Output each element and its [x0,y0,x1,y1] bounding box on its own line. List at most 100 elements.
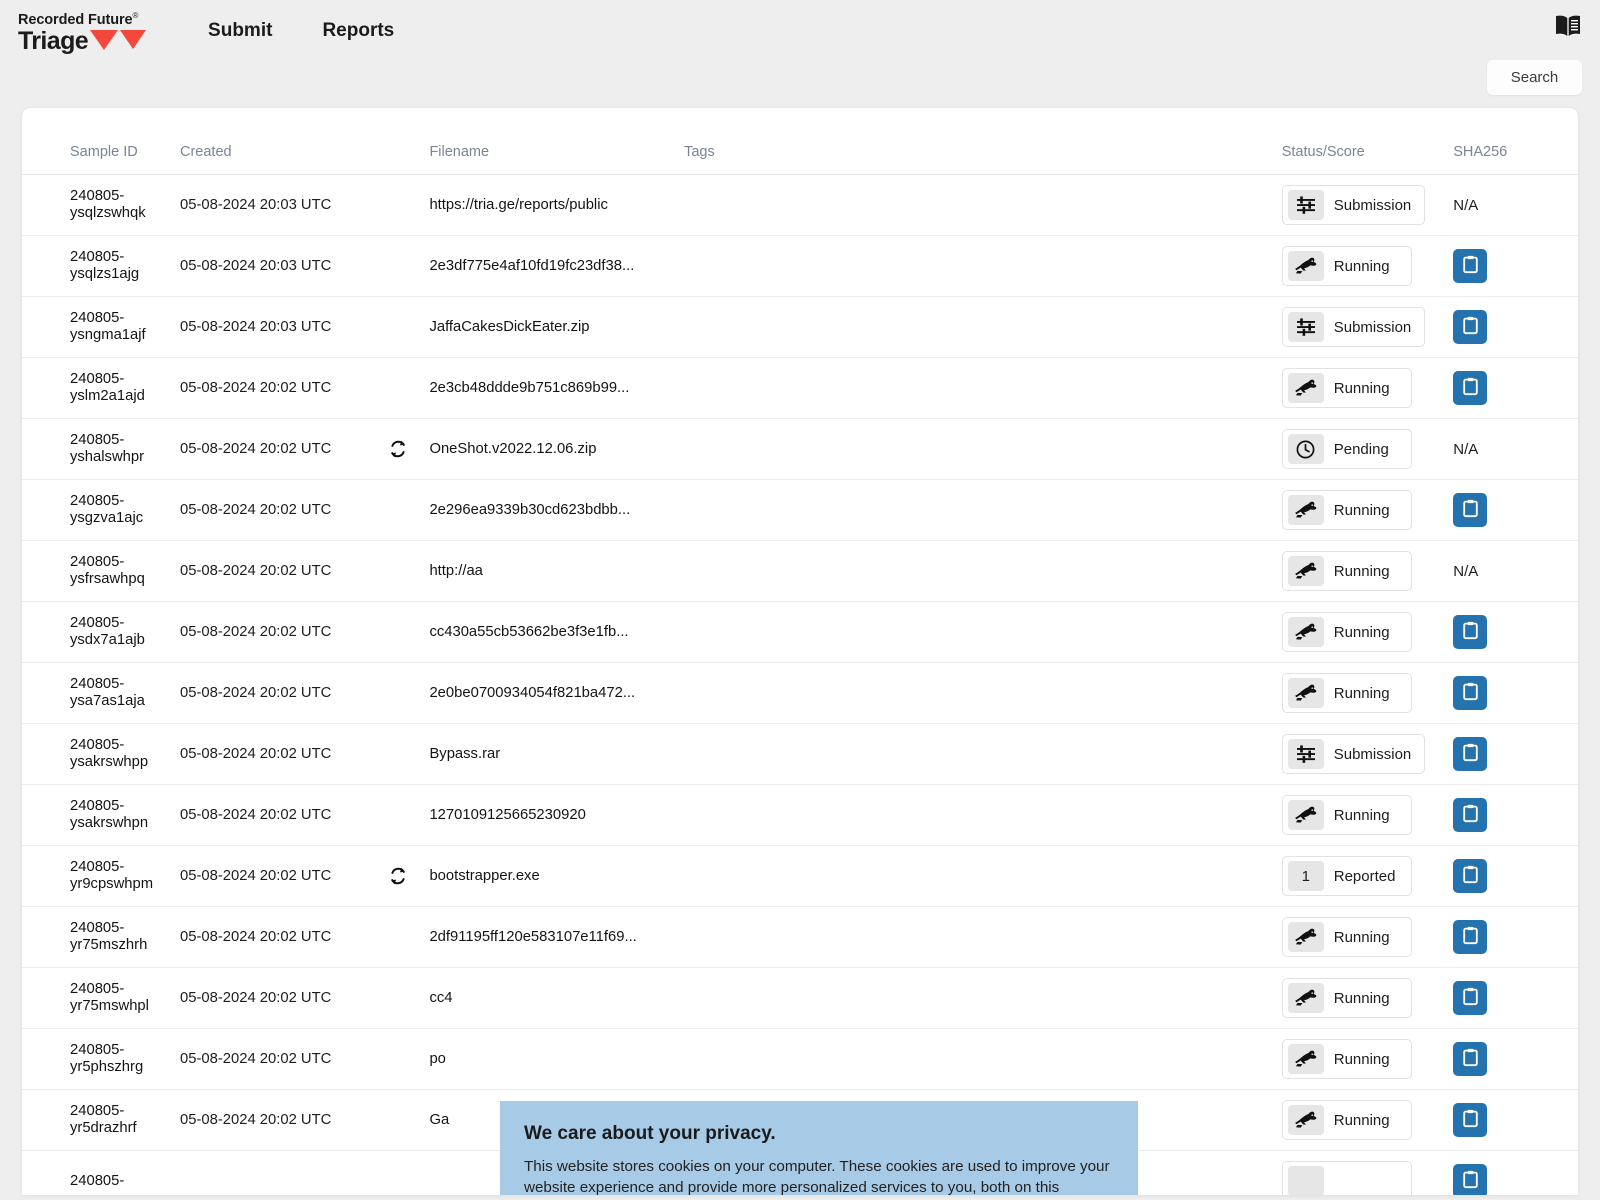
table-row[interactable]: 240805- yshalswhpr 05-08-2024 20:02 UTC On… [22,418,1578,480]
status-badge[interactable]: Running [1281,490,1412,530]
cell-sample-id[interactable]: 240805- ysakrswhpp [22,723,180,785]
column-header-status-score[interactable]: Status/Score [1281,108,1454,175]
status-badge[interactable]: Running [1281,1039,1412,1079]
nav-link-reports[interactable]: Reports [322,20,394,42]
copy-sha256-button[interactable] [1453,1042,1488,1076]
cell-filename[interactable]: 1270109125665230920 [429,784,685,846]
table-row[interactable]: 240805- ysqlzs1ajg 05-08-2024 20:03 UTC 2e… [22,235,1578,297]
status-badge[interactable]: Running [1281,795,1412,835]
cell-sha256 [1453,845,1578,907]
status-badge-wrapper: Running [1281,490,1454,530]
cell-filename[interactable]: bootstrapper.exe [429,845,685,907]
table-row[interactable]: 240805- yr75mszhrh 05-08-2024 20:02 UTC 2d… [22,906,1578,968]
cell-sample-id[interactable]: 240805- yr75mszhrh [22,906,180,968]
status-badge[interactable]: Running [1281,1100,1412,1140]
nav-link-submit[interactable]: Submit [208,20,272,42]
cell-sample-id[interactable]: 240805- yslm2a1ajd [22,357,180,419]
cell-filename[interactable]: cc430a55cb53662be3f3e1fb... [429,601,685,663]
status-badge[interactable]: Running [1281,978,1412,1018]
copy-sha256-button[interactable] [1453,1103,1488,1137]
status-badge[interactable] [1281,1161,1412,1195]
status-badge[interactable]: Submission [1281,307,1426,347]
table-row[interactable]: 240805- ysgzva1ajc 05-08-2024 20:02 UTC 2e… [22,479,1578,541]
cell-status-score: Submission [1281,723,1454,785]
cell-filename[interactable]: JaffaCakesDickEater.zip [429,296,685,358]
table-row[interactable]: 240805- yr5phszhrg 05-08-2024 20:02 UTC po… [22,1028,1578,1090]
cell-sample-id[interactable]: 240805- [22,1151,180,1196]
copy-sha256-button[interactable] [1453,981,1488,1015]
created-timestamp: 05-08-2024 20:02 UTC [179,990,332,1006]
copy-sha256-button[interactable] [1453,737,1488,771]
table-row[interactable]: 240805- yr75mswhpl 05-08-2024 20:02 UTC cc… [22,967,1578,1029]
column-header-tags[interactable]: Tags [684,108,1282,175]
status-badge[interactable]: Running [1281,673,1412,713]
status-label: Running [1333,1111,1390,1129]
copy-sha256-button[interactable] [1453,310,1488,344]
cell-status-score: Running [1281,540,1454,602]
cell-status-score: Running [1281,906,1454,968]
status-badge[interactable]: Submission [1281,734,1426,774]
copy-sha256-button[interactable] [1453,798,1488,832]
cell-sample-id[interactable]: 240805- ysqlzs1ajg [22,235,180,297]
status-badge[interactable]: Running [1281,551,1412,591]
cell-sample-id[interactable]: 240805- ysqlzswhqk [22,174,180,236]
clipboard-icon [1462,987,1479,1009]
column-header-sha256[interactable]: SHA256 [1453,108,1578,175]
table-row[interactable]: 240805- ysa7as1aja 05-08-2024 20:02 UTC 2e… [22,662,1578,724]
column-header-sample-id[interactable]: Sample ID [22,108,180,175]
search-button[interactable]: Search [1487,60,1582,95]
copy-sha256-button[interactable] [1453,920,1488,954]
copy-sha256-button[interactable] [1453,371,1488,405]
table-row[interactable]: 240805- ysngma1ajf 05-08-2024 20:03 UTC Ja… [22,296,1578,358]
cell-sample-id[interactable]: 240805- ysfrsawhpq [22,540,180,602]
table-row[interactable]: 240805- yslm2a1ajd 05-08-2024 20:02 UTC 2e… [22,357,1578,419]
cell-sample-id[interactable]: 240805- ysngma1ajf [22,296,180,358]
table-row[interactable]: 240805- ysfrsawhpq 05-08-2024 20:02 UTC ht… [22,540,1578,602]
resubmit-refresh-icon[interactable] [389,867,407,886]
table-row[interactable]: 240805- ysakrswhpp 05-08-2024 20:02 UTC By… [22,723,1578,785]
table-row[interactable]: 240805- ysakrswhpn 05-08-2024 20:02 UTC 12… [22,784,1578,846]
cell-filename[interactable]: OneShot.v2022.12.06.zip [429,418,685,480]
cell-filename[interactable]: 2df91195ff120e583107e11f69... [429,906,685,968]
status-badge[interactable]: Running [1281,368,1412,408]
brand-triangles-icon [90,29,147,50]
cell-filename[interactable]: Bypass.rar [429,723,685,785]
column-header-created[interactable]: Created [179,108,430,175]
copy-sha256-button[interactable] [1453,493,1488,527]
cell-filename[interactable]: http://aa [429,540,685,602]
resubmit-refresh-icon[interactable] [389,440,407,459]
cell-filename[interactable]: cc4 [429,967,685,1029]
cell-sample-id[interactable]: 240805- yr5drazhrf [22,1089,180,1151]
copy-sha256-button[interactable] [1453,615,1488,649]
cell-filename[interactable]: 2e0be0700934054f821ba472... [429,662,685,724]
table-row[interactable]: 240805- ysdx7a1ajb 05-08-2024 20:02 UTC cc… [22,601,1578,663]
status-badge[interactable]: Running [1281,246,1412,286]
status-badge[interactable]: Running [1281,612,1412,652]
cell-sample-id[interactable]: 240805- ysgzva1ajc [22,479,180,541]
copy-sha256-button[interactable] [1453,1164,1488,1195]
copy-sha256-button[interactable] [1453,249,1488,283]
copy-sha256-button[interactable] [1453,859,1488,893]
cell-filename[interactable]: po [429,1028,685,1090]
table-row[interactable]: 240805- yr9cpswhpm 05-08-2024 20:02 UTC bo… [22,845,1578,907]
cell-filename[interactable]: 2e3cb48ddde9b751c869b99... [429,357,685,419]
cell-sample-id[interactable]: 240805- ysakrswhpn [22,784,180,846]
copy-sha256-button[interactable] [1453,676,1488,710]
cell-sample-id[interactable]: 240805- yshalswhpr [22,418,180,480]
cell-filename[interactable]: 2e296ea9339b30cd623bdbb... [429,479,685,541]
status-badge[interactable]: Submission [1281,185,1426,225]
cell-sample-id[interactable]: 240805- ysdx7a1ajb [22,601,180,663]
brand-logo[interactable]: Recorded Future® Triage [18,8,147,54]
cell-filename[interactable]: 2e3df775e4af10fd19fc23df38... [429,235,685,297]
column-header-filename[interactable]: Filename [429,108,685,175]
table-row[interactable]: 240805- ysqlzswhqk 05-08-2024 20:03 UTC ht… [22,174,1578,236]
cell-sample-id[interactable]: 240805- yr9cpswhpm [22,845,180,907]
cell-sample-id[interactable]: 240805- yr75mswhpl [22,967,180,1029]
status-badge[interactable]: Running [1281,917,1412,957]
cell-sample-id[interactable]: 240805- ysa7as1aja [22,662,180,724]
cell-filename[interactable]: https://tria.ge/reports/public [429,174,685,236]
cell-sample-id[interactable]: 240805- yr5phszhrg [22,1028,180,1090]
book-icon[interactable] [1554,14,1582,38]
status-badge[interactable]: Pending [1281,429,1412,469]
status-badge[interactable]: 1 Reported [1281,856,1412,896]
